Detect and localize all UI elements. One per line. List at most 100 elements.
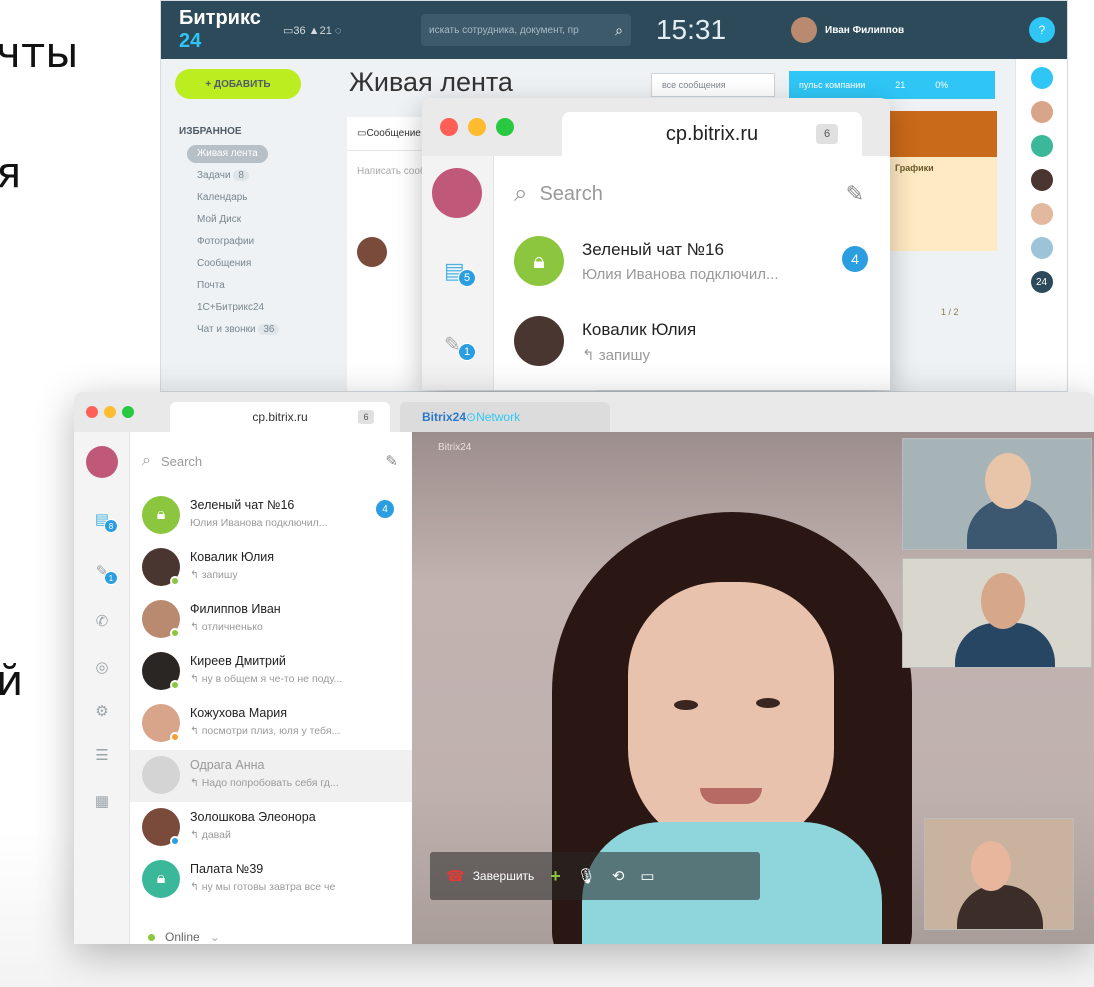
add-participant-icon[interactable]: + xyxy=(550,866,561,887)
portal-user-menu[interactable]: Иван Филиппов xyxy=(751,17,911,43)
minimize-icon[interactable] xyxy=(468,118,486,136)
maximize-icon[interactable] xyxy=(122,406,134,418)
sticker-pager[interactable]: 1 / 2 xyxy=(941,307,959,317)
participant-body xyxy=(955,623,1055,667)
avatar[interactable] xyxy=(1030,203,1053,225)
participant-video-3[interactable] xyxy=(924,818,1074,930)
online-status-selector[interactable]: Online ⌄ xyxy=(148,930,220,944)
chat-preview: ↰ Надо попробовать себя гд... xyxy=(190,777,339,789)
add-button[interactable]: + ДОБАВИТЬ xyxy=(175,69,301,99)
microphone-icon[interactable]: 🎙︎ xyxy=(577,867,596,885)
mid-search-input[interactable]: ⌕ Search ✎ xyxy=(514,180,864,208)
video-call-area: Bitrix24 ☎ Завершить + 🎙︎ ⟲ ▭ xyxy=(412,432,1094,944)
nav-item-live-feed[interactable]: Живая лента xyxy=(187,145,268,163)
sticker-panel: Графики 1 / 2 xyxy=(889,111,997,317)
front-search-placeholder: Search xyxy=(160,453,203,469)
message-icon[interactable]: ▭ xyxy=(640,867,654,885)
avatar[interactable] xyxy=(1030,101,1053,123)
bitrix24-badge[interactable]: 24 xyxy=(1030,271,1053,293)
maximize-icon[interactable] xyxy=(496,118,514,136)
nav-item-chat[interactable]: Чат и звонки 36 xyxy=(179,319,319,341)
unread-badge: 4 xyxy=(376,500,394,518)
avatar[interactable] xyxy=(1030,237,1053,259)
avatar[interactable] xyxy=(1030,135,1053,157)
participant-video-2[interactable] xyxy=(902,558,1092,668)
chat-icon: ▭ xyxy=(357,128,367,139)
list-item[interactable]: 🔒︎ Палата №39 ↰ ну мы готовы завтра все … xyxy=(130,854,412,906)
company-pulse-bar[interactable]: пульс компании 21 0% xyxy=(789,71,995,99)
page-title: Живая лента xyxy=(349,67,513,97)
participant-video-1[interactable] xyxy=(902,438,1092,550)
avatar[interactable] xyxy=(86,446,118,478)
close-icon[interactable] xyxy=(440,118,458,136)
history-icon[interactable]: ⟲ xyxy=(612,867,625,885)
nav-item-messages[interactable]: Сообщения xyxy=(179,253,319,275)
chat-preview: ↰ отличненько xyxy=(190,621,263,633)
portal-user-name: Иван Филиппов xyxy=(825,24,905,36)
settings-icon[interactable]: ⚙ xyxy=(90,700,114,722)
list-item[interactable]: Филиппов Иван ↰ отличненько xyxy=(130,594,412,646)
notes-icon[interactable]: ☰ xyxy=(90,744,114,766)
avatar[interactable] xyxy=(1030,169,1053,191)
participant-body xyxy=(957,885,1043,929)
list-item[interactable]: Ковалик Юлия ↰ запишу xyxy=(514,316,874,372)
network-tab-suffix: ⊙Network xyxy=(466,410,521,424)
messenger-window-front: cp.bitrix.ru 6 Bitrix24 ⊙Network ▤ 8 ✎ 1 ✆ … xyxy=(74,392,1094,944)
end-call-label: Завершить xyxy=(472,869,535,883)
close-icon[interactable] xyxy=(86,406,98,418)
chat-icon[interactable]: ▤ 5 xyxy=(444,258,476,287)
portal-logo[interactable]: Битрикс 24 xyxy=(161,7,271,53)
feed-tab-label: Сообщение xyxy=(366,128,421,139)
portal-search-input[interactable]: искать сотрудника, документ, пр ⌕ xyxy=(421,14,631,46)
contacts-icon[interactable]: ✎ 1 xyxy=(90,560,118,585)
portal-counters[interactable]: ▭36 ▲21 ◌ xyxy=(271,24,421,37)
compose-icon[interactable]: ✎ xyxy=(846,181,864,207)
contacts-icon[interactable]: ✎ 1 xyxy=(444,332,476,361)
nav-item-calendar[interactable]: Календарь xyxy=(179,187,319,209)
contacts-badge: 1 xyxy=(458,343,476,361)
front-tab-portal[interactable]: cp.bitrix.ru xyxy=(170,402,390,432)
front-tab-network[interactable]: Bitrix24 ⊙Network xyxy=(400,402,610,432)
caller-eye xyxy=(674,700,698,710)
chat-badge: 8 xyxy=(104,519,118,533)
nav-item-mail[interactable]: Почта xyxy=(179,275,319,297)
chat-name: Филиппов Иван xyxy=(190,602,281,616)
avatar[interactable] xyxy=(1030,67,1053,89)
portal-clock[interactable]: 15:31 xyxy=(631,14,751,46)
minimize-icon[interactable] xyxy=(104,406,116,418)
chat-icon[interactable]: ▤ 8 xyxy=(90,508,118,533)
chat-name: Зеленый чат №16 xyxy=(582,240,724,259)
chevron-down-icon: ⌄ xyxy=(209,930,220,944)
help-button[interactable]: ? xyxy=(1029,17,1055,43)
chat-name: Палата №39 xyxy=(190,862,264,876)
camera-icon[interactable]: ◎ xyxy=(90,656,114,678)
list-item[interactable]: Ковалик Юлия ↰ запишу xyxy=(130,542,412,594)
list-item[interactable]: Кожухова Мария ↰ посмотри плиз, юля у те… xyxy=(130,698,412,750)
chat-preview: ↰ ну в общем я че-то не поду... xyxy=(190,673,343,685)
participant-face xyxy=(981,573,1025,629)
front-titlebar: cp.bitrix.ru 6 Bitrix24 ⊙Network xyxy=(74,392,1094,432)
nav-item-photos[interactable]: Фотографии xyxy=(179,231,319,253)
feed-filter-select[interactable]: все сообщения xyxy=(651,73,775,97)
chat-preview: ↰ запишу xyxy=(582,347,650,364)
list-item[interactable]: Одрага Анна ↰ Надо попробовать себя гд..… xyxy=(130,750,412,802)
end-call-icon: ☎ xyxy=(446,868,465,885)
list-item[interactable]: Киреев Дмитрий ↰ ну в общем я че-то не п… xyxy=(130,646,412,698)
list-item[interactable]: 🔒︎ Зеленый чат №16 Юлия Иванова подключи… xyxy=(514,236,874,292)
video-watermark: Bitrix24 xyxy=(438,442,472,453)
avatar[interactable] xyxy=(432,168,482,218)
nav-item-tasks[interactable]: Задачи 8 xyxy=(179,165,319,187)
list-item[interactable]: Золошкова Элеонора ↰ давай xyxy=(130,802,412,854)
list-item[interactable]: 🔒︎ Зеленый чат №16 Юлия Иванова подключи… xyxy=(130,490,412,542)
mobile-status-dot xyxy=(170,836,180,846)
end-call-button[interactable]: ☎ Завершить xyxy=(446,867,534,885)
compose-icon[interactable]: ✎ xyxy=(385,452,398,470)
nav-item-1c[interactable]: 1С+Битрикс24 xyxy=(179,297,319,319)
doc-icon[interactable]: ▦ xyxy=(90,790,114,812)
nav-favorites[interactable]: ИЗБРАННОЕ xyxy=(179,121,319,143)
chat-preview: ↰ давай xyxy=(190,829,231,841)
front-search-input[interactable]: ⌕ Search ✎ xyxy=(142,452,398,470)
nav-item-drive[interactable]: Мой Диск xyxy=(179,209,319,231)
phone-icon[interactable]: ✆ xyxy=(90,610,114,632)
chat-preview: Юлия Иванова подключил... xyxy=(582,266,779,283)
